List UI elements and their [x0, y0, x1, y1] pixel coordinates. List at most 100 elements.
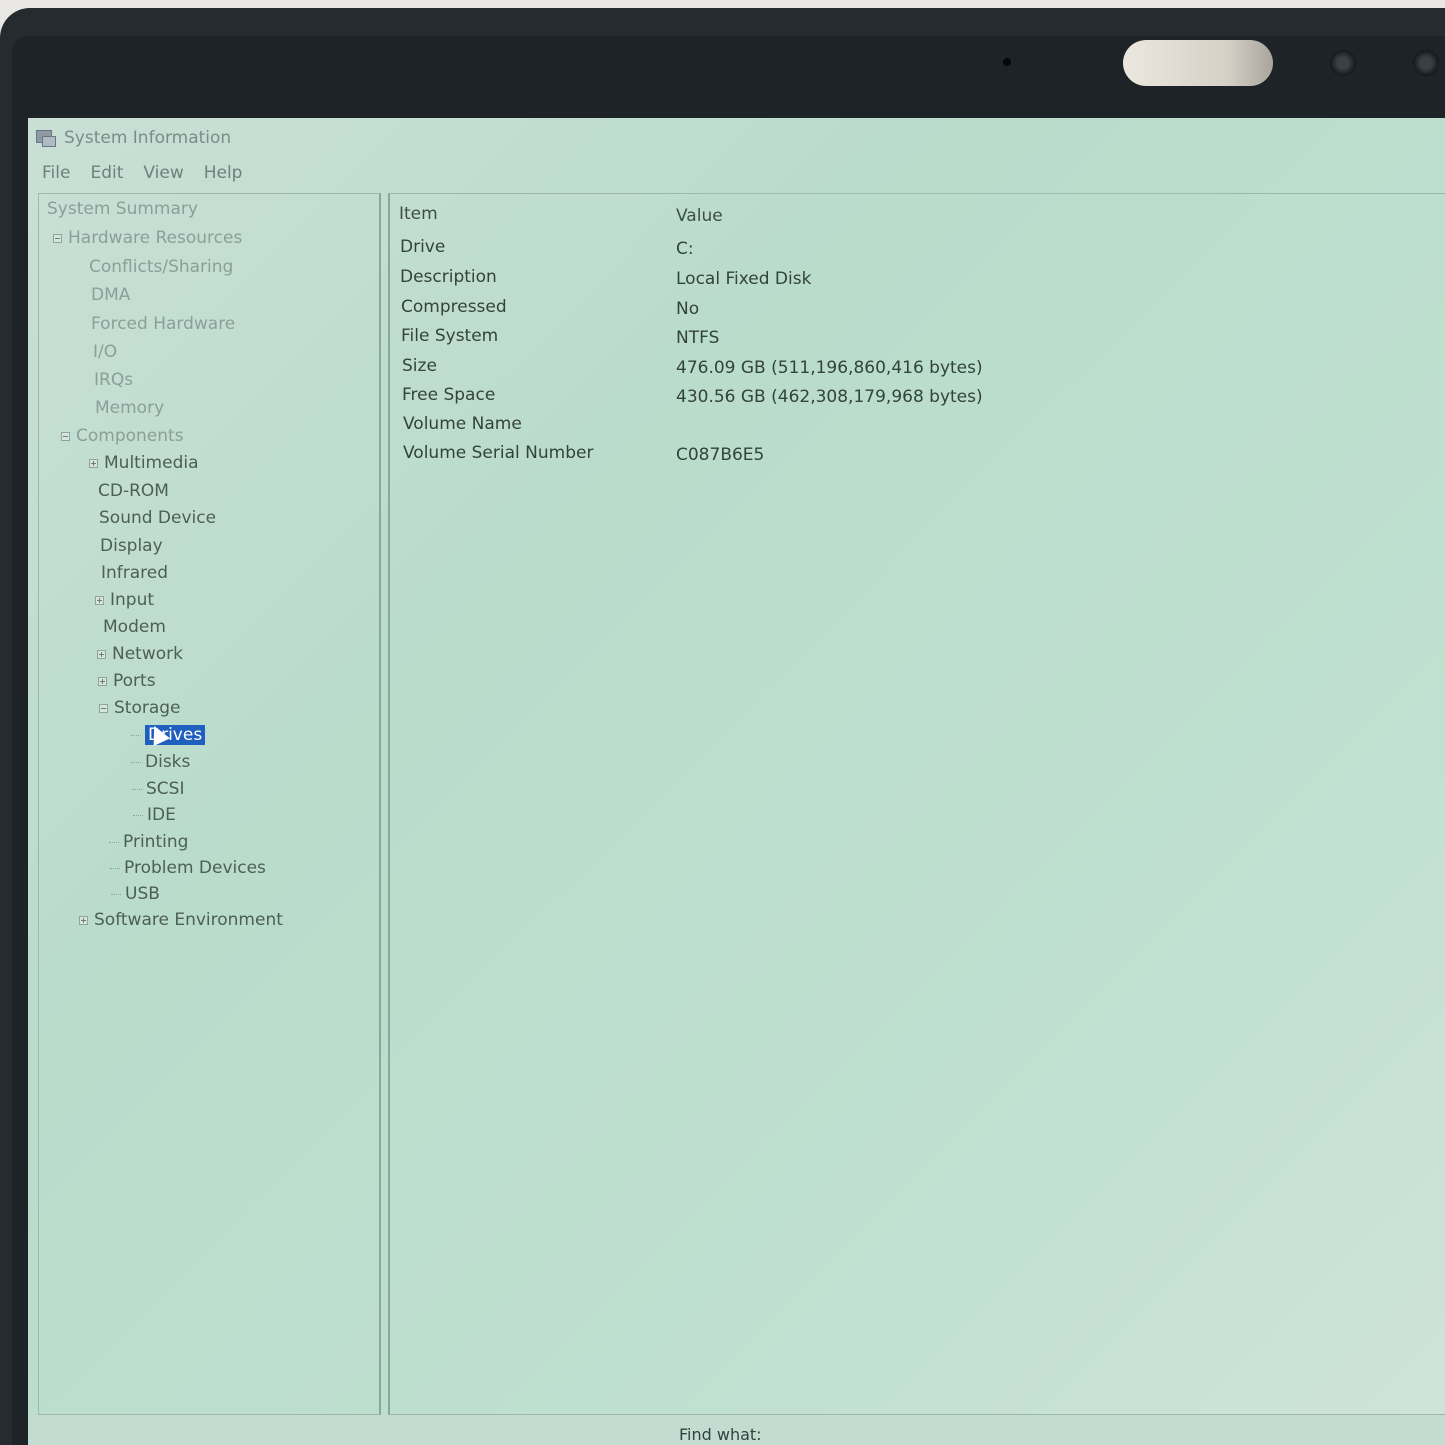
- tree-item-irqs[interactable]: IRQs: [94, 368, 133, 392]
- tree-item-label: System Summary: [47, 199, 198, 219]
- tree-item-ports[interactable]: Ports: [98, 669, 156, 693]
- row-value: C:: [676, 239, 694, 259]
- expand-icon[interactable]: [79, 915, 88, 925]
- row-item-label: File System: [401, 326, 499, 346]
- tree-item-label: Forced Hardware: [91, 314, 236, 334]
- tree-item-forced-hardware[interactable]: Forced Hardware: [91, 312, 235, 336]
- tree-item-modem[interactable]: Modem: [103, 615, 166, 639]
- menu-help[interactable]: Help: [204, 163, 243, 183]
- tree-item-infrared[interactable]: Infrared: [101, 561, 168, 585]
- tree-item-label: I/O: [93, 342, 118, 362]
- tree-item-label: DMA: [91, 285, 131, 305]
- tree-item-label: Components: [76, 426, 184, 446]
- tree-item-label: Memory: [95, 398, 165, 418]
- row-value: 430.56 GB (462,308,179,968 bytes): [676, 387, 983, 407]
- camera-lens-icon: [1413, 50, 1439, 76]
- tree-item-label: Storage: [114, 698, 181, 718]
- tree-item-label: Display: [100, 536, 163, 556]
- tree-item-label: USB: [125, 884, 160, 904]
- row-item-label: Description: [400, 267, 497, 287]
- row-item-label: Volume Serial Number: [403, 443, 594, 463]
- row-item-label: Free Space: [402, 385, 496, 405]
- tree-item-label: Sound Device: [99, 508, 217, 528]
- tree-item-sound-device[interactable]: Sound Device: [99, 506, 216, 530]
- tree-item-storage[interactable]: Storage: [99, 696, 181, 720]
- tree-item-label: Ports: [113, 671, 156, 691]
- row-value: NTFS: [676, 328, 720, 348]
- tree-connector: [132, 788, 142, 790]
- find-what-label: Find what:: [679, 1425, 762, 1444]
- camera-lens-icon: [1330, 50, 1356, 76]
- tree-item-label: Printing: [123, 832, 189, 852]
- tree-item-label: IRQs: [94, 370, 134, 390]
- column-header-value[interactable]: Value: [676, 206, 723, 226]
- tree-connector: [109, 841, 119, 843]
- webcam-indicator-icon: [1003, 58, 1011, 66]
- menu-bar: File Edit View Help: [28, 158, 1445, 188]
- row-item-label: Size: [402, 356, 437, 376]
- tree-item-scsi[interactable]: SCSI: [132, 777, 184, 801]
- category-tree: System Summary Hardware Resources Confli…: [38, 193, 381, 1415]
- tree-item-label: Hardware Resources: [68, 228, 243, 248]
- tree-connector: [131, 761, 141, 763]
- screen: System Information File Edit View Help S…: [28, 118, 1445, 1445]
- tree-connector: [131, 734, 141, 736]
- tree-item-problem-devices[interactable]: Problem Devices: [110, 856, 266, 880]
- collapse-icon[interactable]: [53, 233, 62, 243]
- tree-item-label: Input: [110, 590, 155, 610]
- tree-item-ide[interactable]: IDE: [133, 803, 176, 827]
- tree-item-system-summary[interactable]: System Summary: [47, 197, 198, 221]
- column-header-item[interactable]: Item: [399, 204, 438, 224]
- find-bar: Find what:: [28, 1415, 1445, 1445]
- tree-item-display[interactable]: Display: [100, 534, 163, 558]
- row-value: Local Fixed Disk: [676, 269, 812, 289]
- expand-icon[interactable]: [95, 595, 104, 605]
- tree-connector: [111, 893, 121, 895]
- tree-item-label: IDE: [147, 805, 176, 825]
- expand-icon[interactable]: [89, 458, 98, 468]
- tree-item-label: Disks: [145, 752, 191, 772]
- tree-connector: [133, 814, 143, 816]
- tree-item-components[interactable]: Components: [61, 424, 184, 448]
- tree-item-label: CD-ROM: [98, 481, 169, 501]
- collapse-icon[interactable]: [61, 431, 70, 441]
- tree-item-memory[interactable]: Memory: [95, 396, 164, 420]
- tree-item-label: Infrared: [101, 563, 169, 583]
- tree-item-label: SCSI: [146, 779, 185, 799]
- details-pane: Item Value Drive C: Description Local Fi…: [388, 193, 1445, 1415]
- tree-connector: [110, 867, 120, 869]
- tree-item-label: Conflicts/Sharing: [89, 257, 234, 277]
- menu-file[interactable]: File: [42, 163, 70, 183]
- tree-item-label: Software Environment: [94, 910, 283, 930]
- tree-item-disks[interactable]: Disks: [131, 750, 190, 774]
- row-value: C087B6E5: [676, 445, 765, 465]
- window-title: System Information: [64, 128, 232, 148]
- tree-item-network[interactable]: Network: [97, 642, 183, 666]
- system-information-app-icon: [36, 130, 56, 147]
- menu-view[interactable]: View: [143, 163, 183, 183]
- title-bar: System Information: [28, 118, 1445, 158]
- row-item-label: Volume Name: [403, 414, 522, 434]
- tree-item-multimedia[interactable]: Multimedia: [89, 451, 199, 475]
- tree-item-dma[interactable]: DMA: [91, 283, 130, 307]
- menu-edit[interactable]: Edit: [90, 163, 123, 183]
- tree-item-cd-rom[interactable]: CD-ROM: [98, 479, 169, 503]
- tree-item-io[interactable]: I/O: [93, 340, 117, 364]
- tree-item-hardware-resources[interactable]: Hardware Resources: [53, 226, 242, 250]
- tree-item-label: Modem: [103, 617, 166, 637]
- tree-item-conflicts-sharing[interactable]: Conflicts/Sharing: [89, 255, 233, 279]
- tree-item-printing[interactable]: Printing: [109, 830, 188, 854]
- row-item-label: Drive: [400, 237, 446, 257]
- tree-item-label: Problem Devices: [124, 858, 266, 878]
- tree-item-software-environment[interactable]: Software Environment: [79, 908, 283, 932]
- row-item-label: Compressed: [401, 297, 507, 317]
- row-value: 476.09 GB (511,196,860,416 bytes): [676, 358, 983, 378]
- tree-item-label: Multimedia: [104, 453, 199, 473]
- collapse-icon[interactable]: [99, 703, 108, 713]
- expand-icon[interactable]: [98, 676, 107, 686]
- expand-icon[interactable]: [97, 649, 106, 659]
- webcam-shutter: [1123, 40, 1273, 86]
- tree-item-input[interactable]: Input: [95, 588, 154, 612]
- tree-item-label: Network: [112, 644, 183, 664]
- tree-item-usb[interactable]: USB: [111, 882, 160, 906]
